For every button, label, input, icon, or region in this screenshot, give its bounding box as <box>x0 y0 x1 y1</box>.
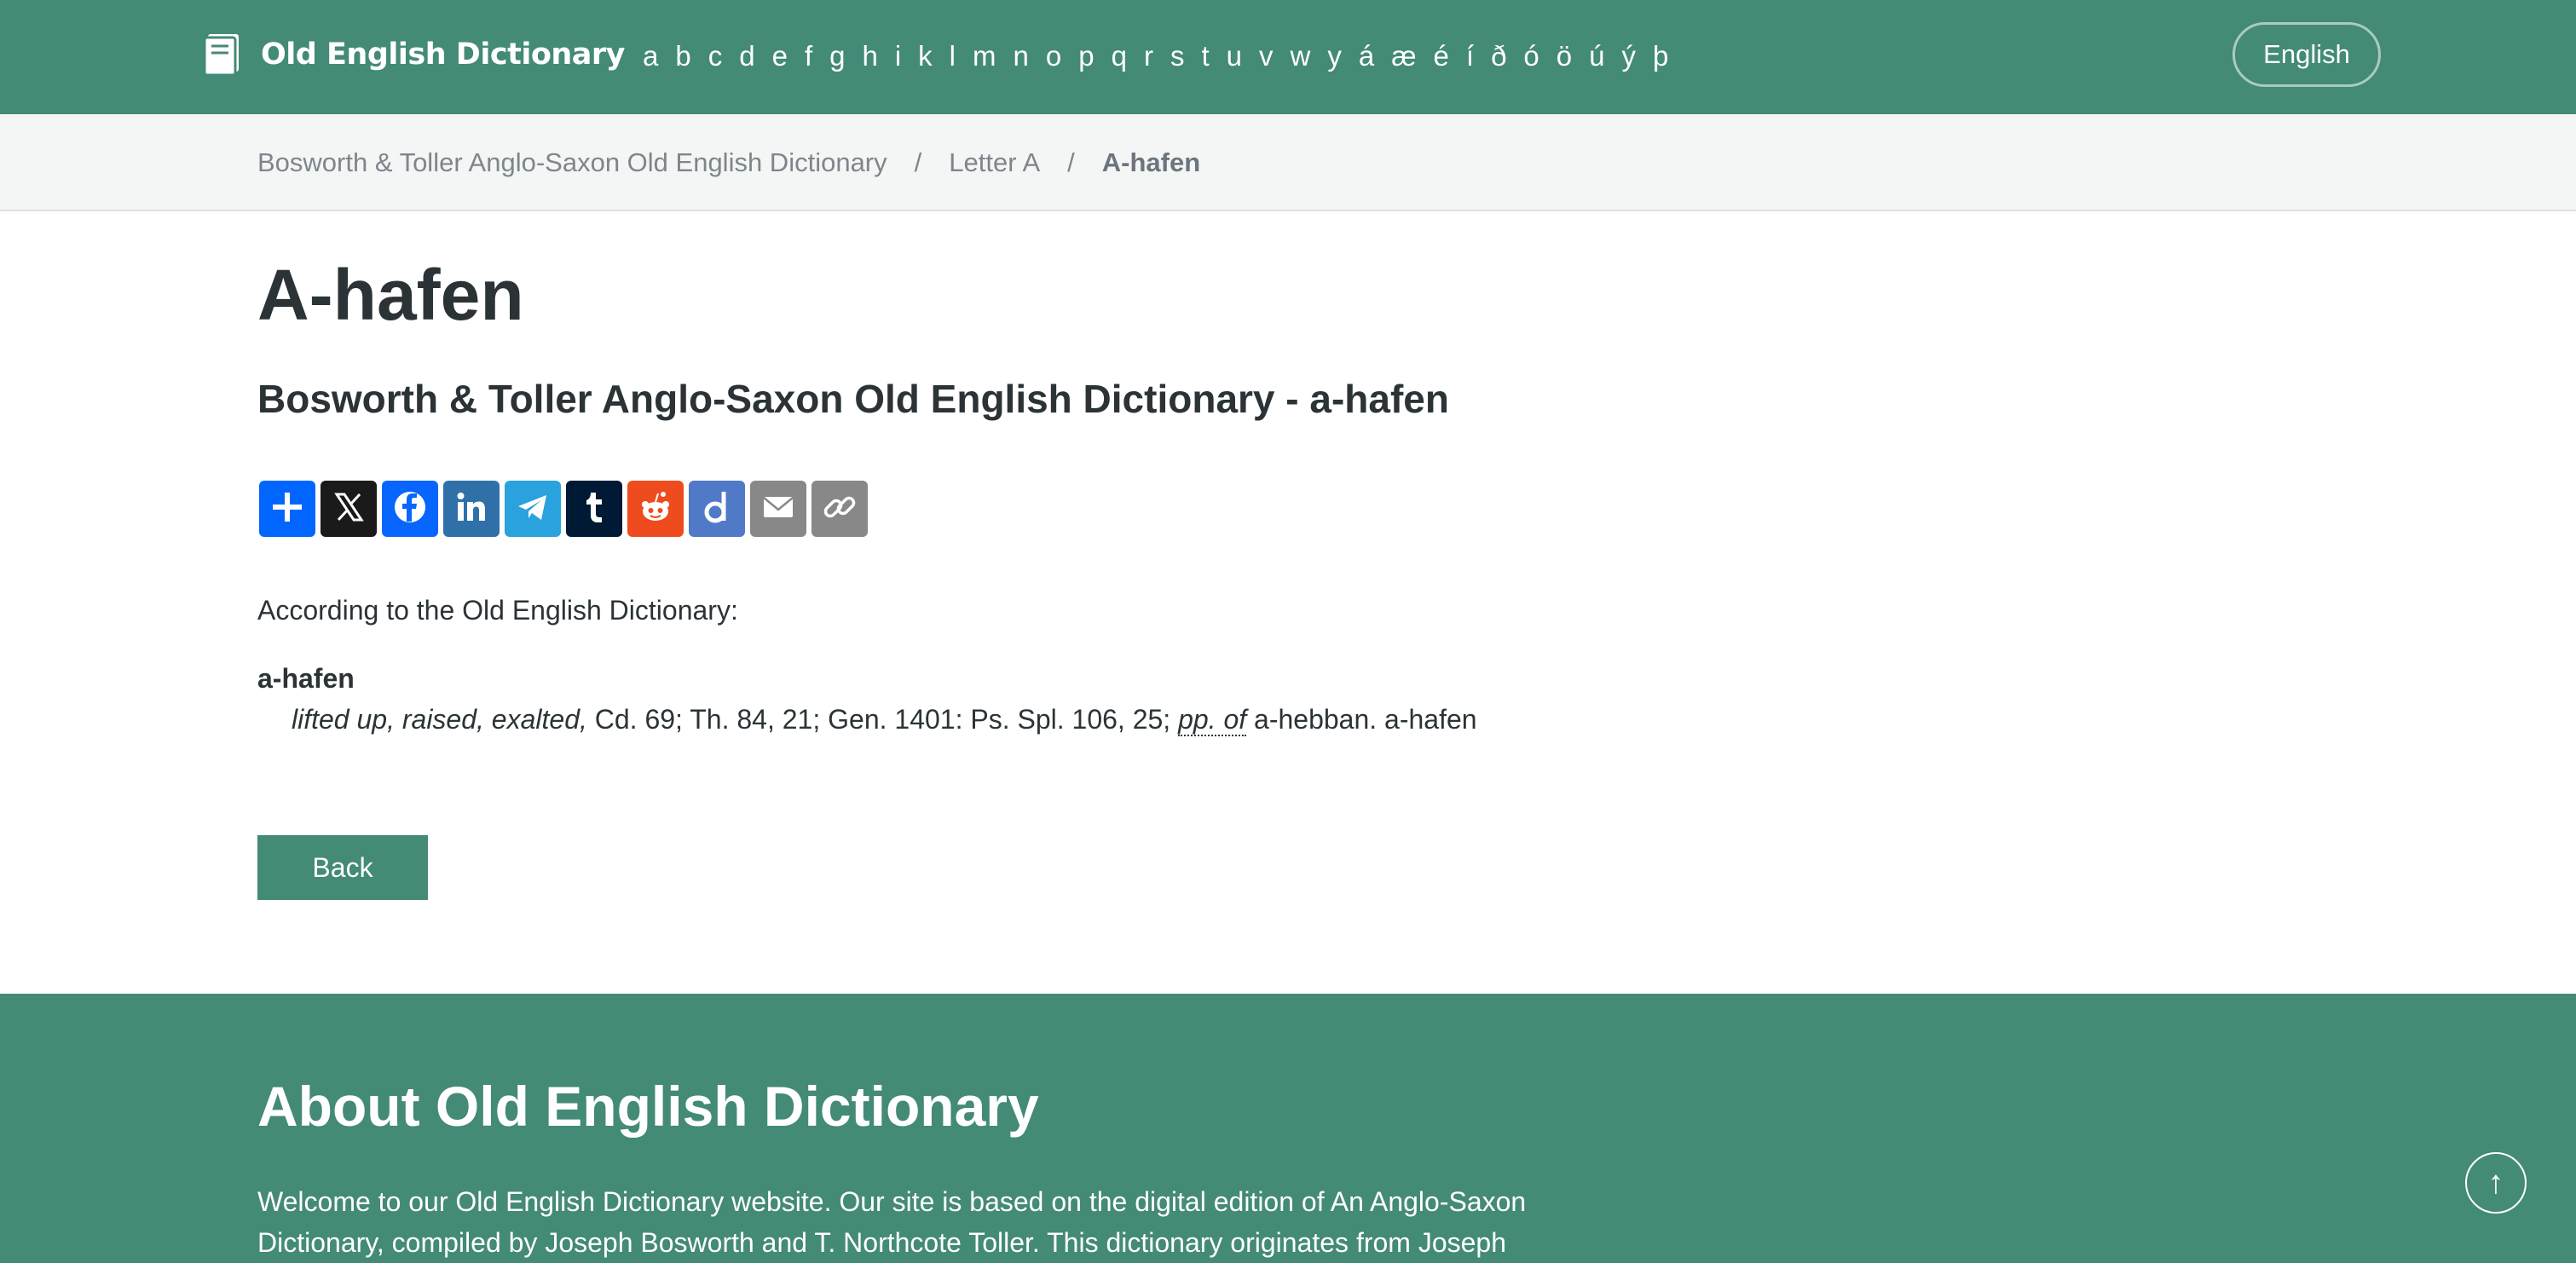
telegram-icon <box>513 487 552 531</box>
letter-link-14[interactable]: p <box>1070 32 1102 80</box>
diaspora-icon <box>697 487 736 531</box>
breadcrumb-current: A-hafen <box>1101 147 1201 177</box>
site-brand-link[interactable]: Old English Dictionary <box>203 31 625 78</box>
share-x-button[interactable] <box>321 481 377 537</box>
letter-link-10[interactable]: l <box>941 32 964 80</box>
share-facebook-button[interactable] <box>382 481 438 537</box>
letter-link-27[interactable]: ð <box>1482 32 1515 80</box>
top-navbar: Old English Dictionary abcdefghiklmnopqr… <box>0 0 2576 114</box>
letter-link-29[interactable]: ö <box>1548 32 1580 80</box>
tumblr-icon <box>575 487 614 531</box>
reddit-icon <box>636 487 675 531</box>
page-title: A-hafen <box>257 255 524 335</box>
plus-icon <box>268 487 307 531</box>
letter-link-7[interactable]: h <box>853 32 886 80</box>
entry-tail: a-hebban. a-hafen <box>1254 704 1477 735</box>
letter-link-30[interactable]: ú <box>1580 32 1613 80</box>
letter-link-25[interactable]: é <box>1425 32 1458 80</box>
letter-link-0[interactable]: a <box>634 32 667 80</box>
entry-definition-italic: lifted up, raised, exalted, <box>292 704 587 735</box>
letter-link-16[interactable]: r <box>1135 32 1162 80</box>
letter-link-1[interactable]: b <box>667 32 699 80</box>
letter-link-6[interactable]: g <box>821 32 853 80</box>
linkedin-icon <box>452 487 491 531</box>
page-subtitle: Bosworth & Toller Anglo-Saxon Old Englis… <box>257 377 1449 421</box>
facebook-icon <box>390 487 430 531</box>
letter-link-32[interactable]: þ <box>1644 32 1677 80</box>
x-icon <box>329 487 368 531</box>
letter-link-11[interactable]: m <box>964 32 1005 80</box>
share-tumblr-button[interactable] <box>566 481 622 537</box>
breadcrumb-dictionary-link[interactable]: Bosworth & Toller Anglo-Saxon Old Englis… <box>257 147 887 178</box>
breadcrumb-separator: / <box>1067 147 1075 177</box>
letter-link-15[interactable]: q <box>1103 32 1135 80</box>
book-icon <box>203 32 242 77</box>
breadcrumb-bar: Bosworth & Toller Anglo-Saxon Old Englis… <box>0 114 2576 211</box>
letter-link-19[interactable]: u <box>1218 32 1250 80</box>
letter-link-18[interactable]: t <box>1193 32 1217 80</box>
share-copy-link-button[interactable] <box>811 481 868 537</box>
letter-link-28[interactable]: ó <box>1515 32 1547 80</box>
letter-link-24[interactable]: æ <box>1383 32 1424 80</box>
share-email-button[interactable] <box>750 481 806 537</box>
back-button[interactable]: Back <box>257 835 428 900</box>
letter-link-8[interactable]: i <box>887 32 910 80</box>
footer: About Old English Dictionary Welcome to … <box>0 994 2576 1263</box>
letter-link-4[interactable]: e <box>764 32 796 80</box>
letter-link-17[interactable]: s <box>1162 32 1193 80</box>
alphabet-nav: abcdefghiklmnopqrstuvwyáæéíðóöúýþ <box>634 32 1677 80</box>
entry-definition: lifted up, raised, exalted, Cd. 69; Th. … <box>292 702 1477 736</box>
entry-intro: According to the Old English Dictionary: <box>257 595 738 626</box>
site-brand-name: Old English Dictionary <box>261 37 625 72</box>
share-add-button[interactable] <box>259 481 315 537</box>
letter-link-3[interactable]: d <box>731 32 763 80</box>
footer-about-text: Welcome to our Old English Dictionary we… <box>257 1186 1527 1258</box>
entry-abbreviation[interactable]: pp. of <box>1178 704 1247 736</box>
link-icon <box>820 487 859 531</box>
letter-link-21[interactable]: w <box>1281 32 1319 80</box>
footer-title: About Old English Dictionary <box>257 1075 1039 1138</box>
share-linkedin-button[interactable] <box>443 481 500 537</box>
breadcrumb-separator: / <box>914 147 922 177</box>
letter-link-13[interactable]: o <box>1037 32 1070 80</box>
arrow-up-icon: ↑ <box>2487 1164 2504 1201</box>
share-telegram-button[interactable] <box>505 481 561 537</box>
entry-headword: a-hafen <box>257 663 355 694</box>
letter-link-2[interactable]: c <box>700 32 731 80</box>
breadcrumb: Bosworth & Toller Anglo-Saxon Old Englis… <box>257 114 1200 211</box>
share-reddit-button[interactable] <box>627 481 684 537</box>
email-icon <box>759 487 798 531</box>
letter-link-23[interactable]: á <box>1350 32 1383 80</box>
letter-link-22[interactable]: y <box>1319 32 1350 80</box>
share-diaspora-button[interactable] <box>689 481 745 537</box>
letter-link-31[interactable]: ý <box>1614 32 1645 80</box>
letter-link-12[interactable]: n <box>1005 32 1037 80</box>
letter-link-9[interactable]: k <box>910 32 941 80</box>
letter-link-20[interactable]: v <box>1250 32 1282 80</box>
breadcrumb-letter-link[interactable]: Letter A <box>949 147 1040 178</box>
letter-link-26[interactable]: í <box>1458 32 1482 80</box>
entry-references: Cd. 69; Th. 84, 21; Gen. 1401: Ps. Spl. … <box>594 704 1171 735</box>
letter-link-5[interactable]: f <box>796 32 821 80</box>
share-buttons <box>259 481 873 537</box>
scroll-to-top-button[interactable]: ↑ <box>2465 1152 2527 1214</box>
language-selector-button[interactable]: English <box>2232 22 2381 87</box>
